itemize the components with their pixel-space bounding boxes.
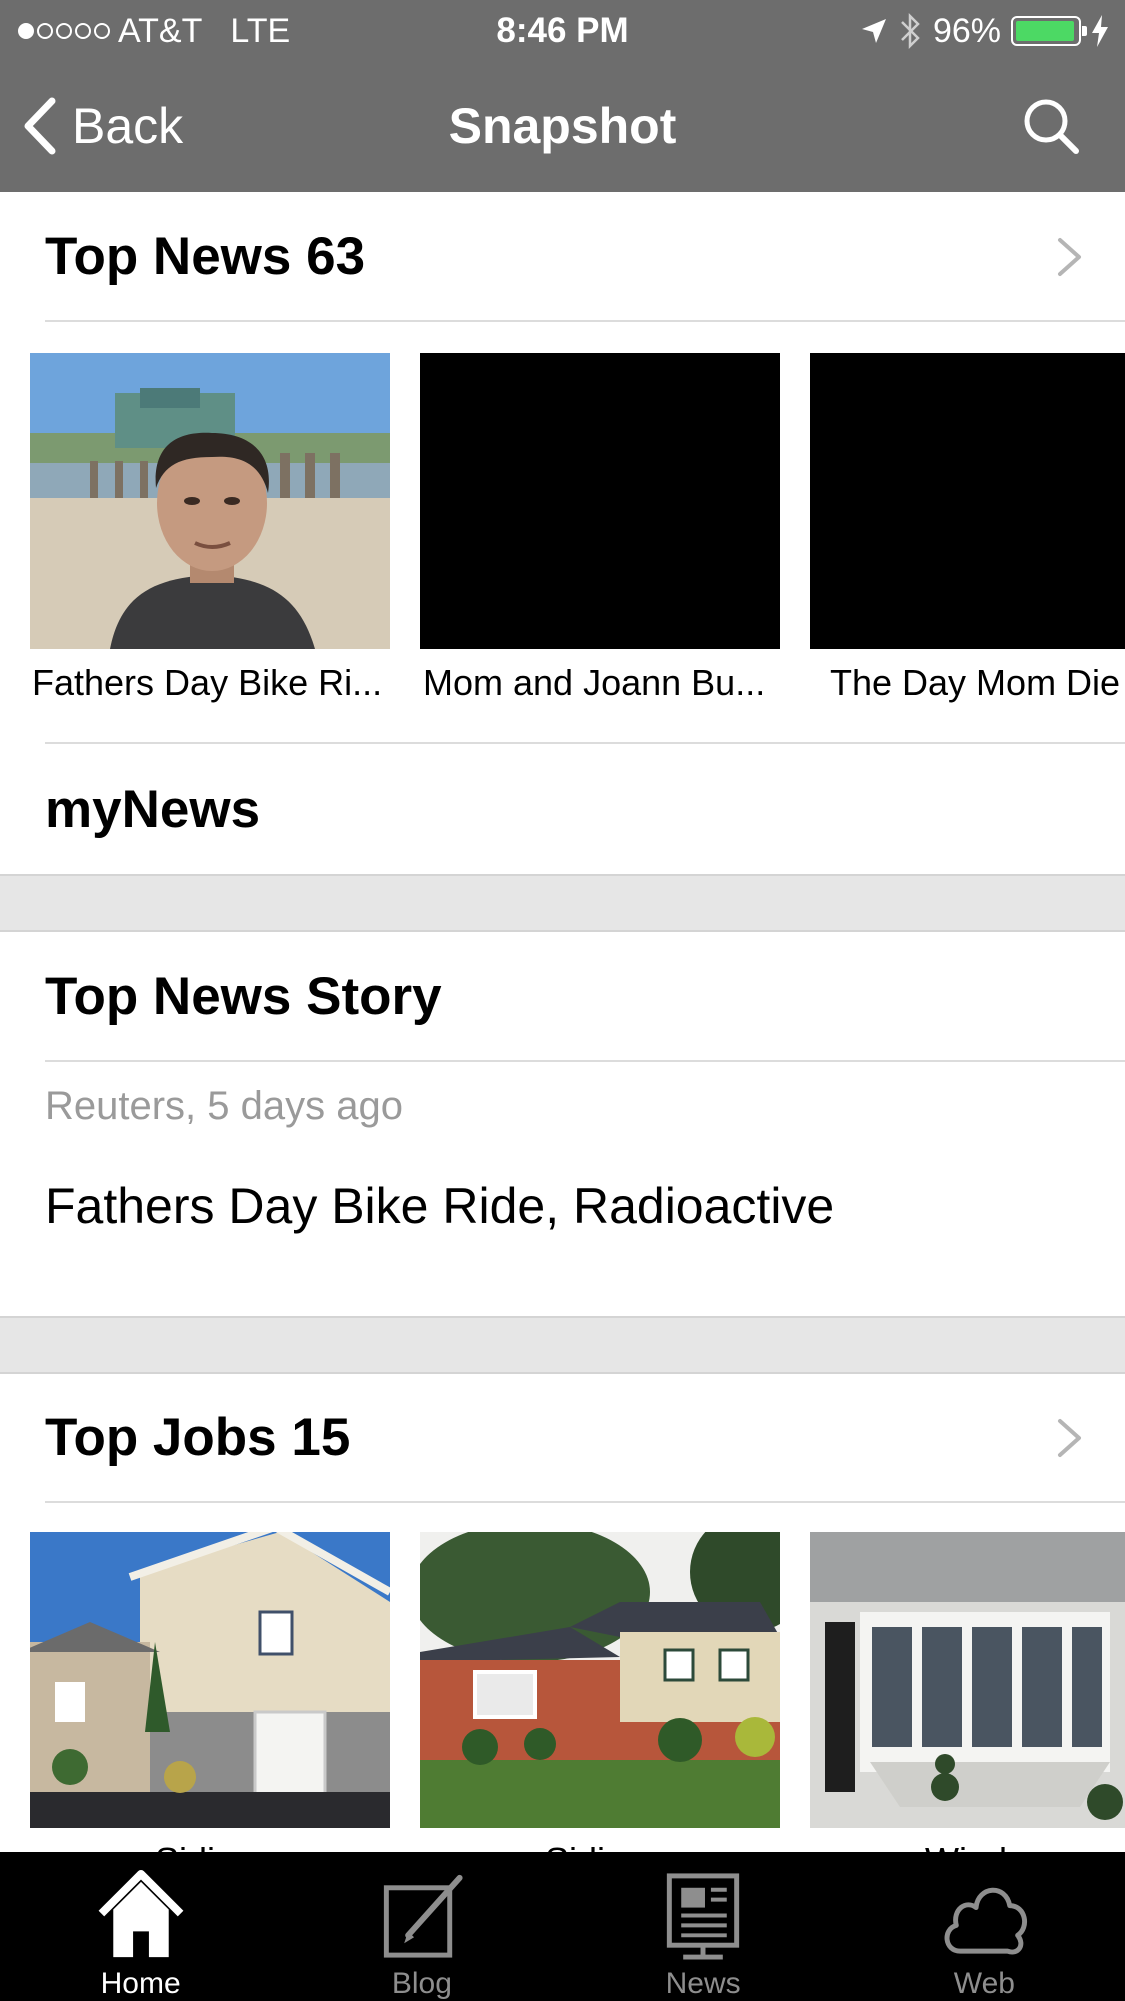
news-caption[interactable]: Fathers Day Bike Ri... <box>32 662 392 704</box>
section-separator <box>0 1316 1125 1374</box>
story-source-time: Reuters, 5 days ago <box>45 1084 403 1128</box>
home-icon <box>98 1869 184 1958</box>
battery-level <box>1016 21 1074 41</box>
news-caption[interactable]: The Day Mom Die <box>830 662 1125 704</box>
tab-label: Home <box>100 1967 181 2000</box>
top-news-story-title: Top News Story <box>45 966 442 1026</box>
tab-label: Web <box>953 1967 1015 2000</box>
top-news-story-header[interactable]: Top News Story <box>45 932 1125 1062</box>
job-thumbnail-window[interactable] <box>810 1532 1125 1828</box>
mynews-header[interactable]: myNews <box>45 744 1125 874</box>
job-thumbnail-house[interactable] <box>30 1532 390 1828</box>
content-scroll[interactable]: Top News 63 Fathers Day Bike Ri... Mom a… <box>0 192 1125 1852</box>
top-news-title: Top News 63 <box>45 226 366 286</box>
bluetooth-icon <box>901 12 920 50</box>
status-bar: AT&T LTE 8:46 PM 96% <box>0 0 1125 62</box>
tab-label: News <box>665 1967 741 2000</box>
mynews-title: myNews <box>45 779 261 839</box>
tab-news[interactable]: News <box>563 1852 844 2001</box>
job-caption[interactable]: Sidin <box>155 1840 275 1852</box>
battery-cap <box>1082 26 1087 36</box>
tab-web[interactable]: Web <box>844 1852 1125 2001</box>
status-right: 96% <box>859 8 1109 54</box>
top-jobs-title: Top Jobs 15 <box>45 1407 351 1467</box>
news-thumbnail-black[interactable] <box>810 353 1125 649</box>
battery-percent: 96% <box>932 11 1001 50</box>
house-photo <box>420 1532 780 1828</box>
tab-home[interactable]: Home <box>0 1852 281 2001</box>
job-caption[interactable]: Wind <box>925 1840 1045 1852</box>
search-icon[interactable] <box>1021 96 1081 156</box>
chevron-right-icon <box>1058 1419 1081 1457</box>
navigation-bar: Back Snapshot <box>0 62 1125 192</box>
top-news-header[interactable]: Top News 63 <box>45 192 1125 322</box>
job-thumbnail-house[interactable] <box>420 1532 780 1828</box>
tab-label: Blog <box>391 1967 452 2000</box>
tab-blog[interactable]: Blog <box>281 1852 562 2001</box>
news-caption[interactable]: Mom and Joann Bu... <box>423 662 783 704</box>
window-photo <box>810 1532 1125 1828</box>
charging-bolt-icon <box>1092 15 1108 47</box>
page-title: Snapshot <box>448 98 677 154</box>
story-headline[interactable]: Fathers Day Bike Ride, Radioactive <box>45 1177 834 1235</box>
section-separator <box>0 874 1125 932</box>
top-jobs-header[interactable]: Top Jobs 15 <box>45 1373 1125 1503</box>
news-thumbnail-black[interactable] <box>420 353 780 649</box>
house-photo <box>30 1532 390 1828</box>
chevron-right-icon <box>1058 238 1081 276</box>
news-icon <box>666 1873 740 1960</box>
tab-bar: Home Blog News Web <box>0 1852 1125 2001</box>
battery-icon <box>1011 16 1087 46</box>
news-thumbnail-selfie[interactable] <box>30 353 390 649</box>
cloud-icon <box>945 1887 1028 1955</box>
job-caption[interactable]: Sidin <box>545 1840 665 1852</box>
location-arrow-icon <box>861 19 886 43</box>
blog-icon <box>383 1874 463 1958</box>
selfie-photo <box>30 353 390 649</box>
